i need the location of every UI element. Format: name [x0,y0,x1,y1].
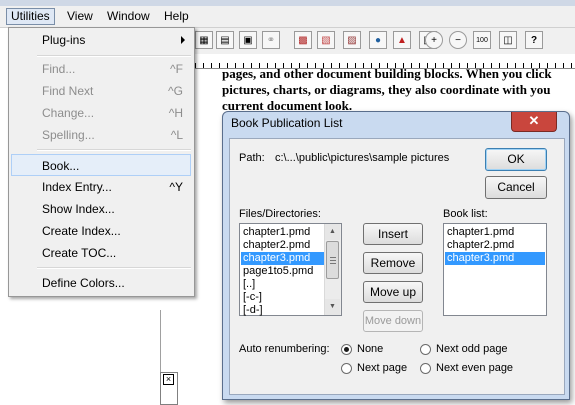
dialog-title: Book Publication List [231,116,343,130]
menu-item-define-colors[interactable]: Define Colors... [11,272,191,294]
radio-next-odd-page-label[interactable]: Next odd page [436,343,508,355]
list-item[interactable]: chapter1.pmd [445,226,545,239]
remove-button[interactable]: Remove [363,252,423,274]
menu-separator [37,55,191,57]
menu-item-show-index[interactable]: Show Index... [11,198,191,220]
list-item[interactable]: page1to5.pmd [241,265,325,278]
toolbar-pdf-icon[interactable]: ▲ [393,31,411,49]
toolbar-zoom-out-icon[interactable]: − [449,31,467,49]
menu-utilities[interactable]: Utilities [6,8,55,25]
files-list: chapter1.pmd chapter2.pmd chapter3.pmd p… [241,226,325,317]
list-item[interactable]: chapter2.pmd [445,239,545,252]
path-label: Path: [239,152,265,164]
submenu-arrow-icon [181,36,185,44]
toolbar-gallery-icon[interactable]: ▨ [343,31,361,49]
menu-help[interactable]: Help [160,8,193,24]
menu-bar: Utilities View Window Help [0,6,575,28]
list-item[interactable]: chapter1.pmd [241,226,325,239]
files-listbox[interactable]: chapter1.pmd chapter2.pmd chapter3.pmd p… [239,223,342,316]
scroll-up-arrow-icon[interactable]: ▲ [325,224,340,240]
menu-item-change[interactable]: Change... ^H [11,102,191,124]
utilities-menu: Plug-ins Find... ^F Find Next ^G Change.… [8,27,195,297]
menu-item-index-entry[interactable]: Index Entry... ^Y [11,176,191,198]
menu-item-plug-ins[interactable]: Plug-ins [11,29,191,51]
close-button[interactable]: ✕ [511,112,557,132]
document-text: pages, and other document building block… [222,66,575,114]
close-icon: ✕ [528,113,540,128]
toolbar-zoom-in-icon[interactable]: + [425,31,443,49]
toolbar-tool-icon[interactable]: ▦ [195,31,213,49]
toolbar-picture-icon[interactable]: ▧ [317,31,335,49]
toolbar-fit-icon[interactable]: ◫ [499,31,517,49]
toolbar-zoom-100-icon[interactable]: 100 [473,31,491,49]
dialog-body: Path: c:\...\public\pictures\sample pict… [229,138,565,395]
document-line: pictures, charts, or diagrams, they also… [222,82,551,97]
files-scrollbar[interactable]: ▲ ▼ [324,224,341,315]
menu-item-book[interactable]: Book... [11,154,191,176]
cancel-button[interactable]: Cancel [485,176,547,199]
toolbar-frame-icon[interactable]: ▣ [239,31,257,49]
auto-renumbering-label: Auto renumbering: [239,343,330,355]
toolbar: ▦ ▤ ▣ ⚭ ▩ ▧ ▨ ● ▲ ▥ + − 100 ◫ ? [195,28,575,54]
toolbar-help-icon[interactable]: ? [525,31,543,49]
radio-next-page-label[interactable]: Next page [357,362,407,374]
radio-none-label[interactable]: None [357,343,383,355]
insert-button[interactable]: Insert [363,223,423,245]
list-item[interactable]: [..] [241,278,325,291]
menu-item-create-index[interactable]: Create Index... [11,220,191,242]
book-list: chapter1.pmd chapter2.pmd chapter3.pmd [445,226,545,265]
palette-close-icon[interactable]: × [163,374,174,385]
toolbar-page-icon[interactable]: ▤ [216,31,234,49]
toolbar-globe-icon[interactable]: ● [369,31,387,49]
toolbar-image-icon[interactable]: ▩ [294,31,312,49]
menu-item-create-toc[interactable]: Create TOC... [11,242,191,264]
book-listbox[interactable]: chapter1.pmd chapter2.pmd chapter3.pmd [443,223,547,316]
ok-button[interactable]: OK [485,148,547,171]
list-item[interactable]: chapter3.pmd [241,252,325,265]
list-item[interactable]: [-c-] [241,291,325,304]
book-publication-dialog: Book Publication List ✕ Path: c:\...\pub… [222,111,570,400]
radio-next-even-page[interactable] [420,363,431,374]
radio-next-even-page-label[interactable]: Next even page [436,362,513,374]
scroll-down-arrow-icon[interactable]: ▼ [325,299,340,315]
scrollbar-thumb[interactable] [326,241,339,279]
document-line: pages, and other document building block… [222,66,552,81]
radio-none[interactable] [341,344,352,355]
list-item[interactable]: chapter3.pmd [445,252,545,265]
menu-item-spelling[interactable]: Spelling... ^L [11,124,191,146]
menu-item-find[interactable]: Find... ^F [11,58,191,80]
radio-next-page[interactable] [341,363,352,374]
path-value: c:\...\public\pictures\sample pictures [275,152,450,164]
files-directories-label: Files/Directories: [239,208,321,220]
menu-item-find-next[interactable]: Find Next ^G [11,80,191,102]
list-item[interactable]: chapter2.pmd [241,239,325,252]
radio-next-odd-page[interactable] [420,344,431,355]
move-up-button[interactable]: Move up [363,281,423,303]
menu-window[interactable]: Window [103,8,154,24]
book-list-label: Book list: [443,208,488,220]
move-down-button[interactable]: Move down [363,310,423,332]
menu-separator [37,267,191,269]
menu-separator [37,149,191,151]
toolbar-link-icon[interactable]: ⚭ [262,31,280,49]
menu-view[interactable]: View [63,8,97,24]
list-item[interactable]: [-d-] [241,304,325,317]
